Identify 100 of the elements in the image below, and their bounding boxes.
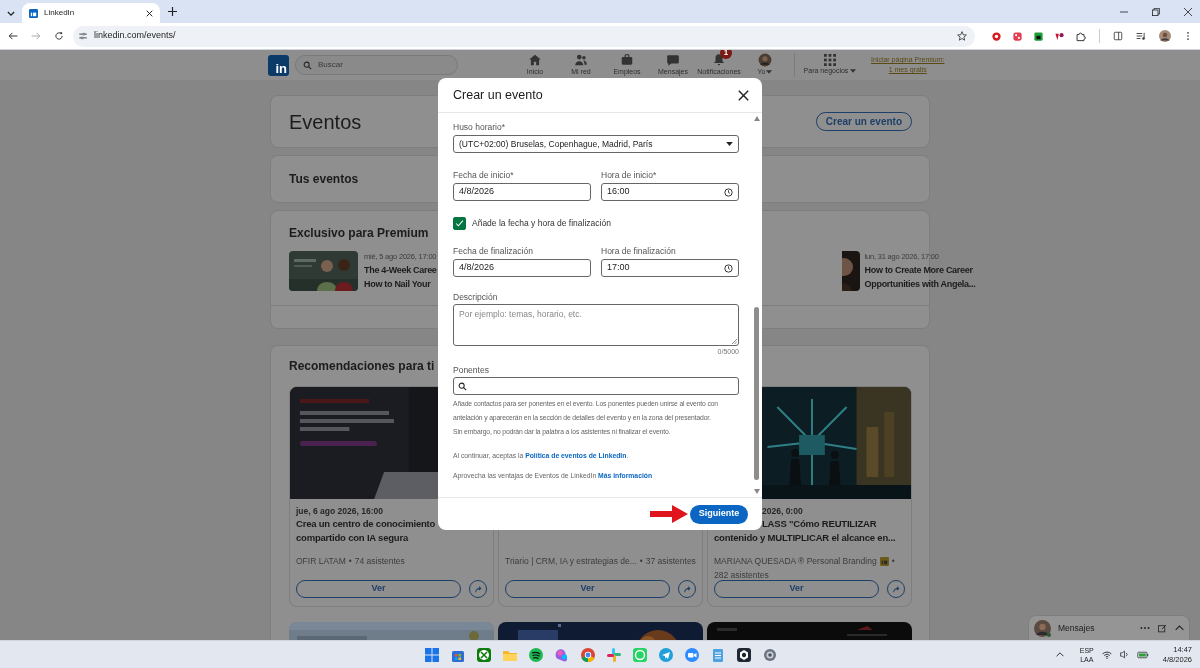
- next-button[interactable]: Siguiente: [690, 504, 748, 524]
- more-dots-icon[interactable]: [1140, 626, 1150, 630]
- checkbox-label: Añade la fecha y hora de finalización: [472, 217, 611, 230]
- separator-dot: •: [639, 555, 643, 568]
- logo[interactable]: in: [268, 54, 289, 76]
- sound-wave-icon[interactable]: [528, 646, 544, 663]
- dropdown-caret-icon: [726, 142, 733, 146]
- field-label: Huso horario*: [453, 122, 506, 132]
- attendee-count: 74 asistentes: [354, 555, 405, 568]
- url-text: linkedin.com/events/: [94, 29, 176, 43]
- clock-icon: [724, 263, 733, 273]
- check-icon: [455, 219, 464, 228]
- lock-icon[interactable]: [1033, 30, 1044, 42]
- hash-icon[interactable]: [606, 646, 622, 663]
- search-icon: [458, 381, 467, 391]
- caret-icon: [766, 70, 773, 74]
- event-date: jue, 6 ago 2026, 16:00: [296, 505, 383, 517]
- video-camera-icon[interactable]: [684, 646, 700, 663]
- chevron-up-icon[interactable]: [1055, 652, 1064, 657]
- bell-icon: [712, 53, 726, 67]
- notification-badge: 1: [720, 50, 732, 59]
- compose-icon[interactable]: [1158, 623, 1167, 633]
- search-field[interactable]: Buscar: [295, 55, 458, 75]
- reload-icon[interactable]: [54, 31, 64, 41]
- plus-icon[interactable]: [168, 7, 177, 16]
- browser-icon[interactable]: [580, 646, 596, 663]
- resize-grip-icon: [732, 339, 737, 344]
- tune-icon[interactable]: [78, 31, 88, 41]
- event-title[interactable]: How to Create More Career Opportunities with Angela...: [864, 263, 976, 291]
- close-icon[interactable]: [1184, 7, 1192, 16]
- date-field[interactable]: 4/8/2026: [453, 183, 591, 201]
- restore-icon[interactable]: [1152, 7, 1160, 16]
- dialog-title: Crear un evento: [453, 86, 543, 104]
- timezone-select[interactable]: (UTC+02:00) Bruselas, Copenhague, Madrid, París: [453, 135, 739, 153]
- description-field[interactable]: Por ejemplo: temas, horario, etc.: [453, 304, 739, 346]
- notepad-icon[interactable]: [710, 646, 726, 663]
- organizer: Triario | CRM, IA y estrategias de...: [505, 555, 637, 568]
- wifi-icon[interactable]: [1101, 650, 1112, 659]
- organizer: OFIR LATAM: [296, 555, 346, 568]
- attendee-count: 37 asistentes: [645, 555, 696, 568]
- x-circle-icon[interactable]: [476, 646, 492, 663]
- sidebar-icon[interactable]: [1113, 31, 1123, 41]
- briefcase-icon: [620, 53, 634, 67]
- apps-grid-icon: [824, 54, 836, 66]
- menu-icon[interactable]: [1184, 31, 1192, 41]
- field-label: Fecha de finalización: [453, 246, 534, 256]
- ring-icon[interactable]: [991, 30, 1002, 42]
- search-icon: [303, 60, 312, 70]
- caret-icon: [850, 69, 857, 73]
- avatar-icon[interactable]: [1159, 30, 1171, 42]
- settings-icon[interactable]: [762, 646, 778, 663]
- home-icon: [528, 53, 542, 67]
- messaging-label: Mensajes: [1058, 621, 1095, 635]
- page-title: Eventos: [289, 109, 362, 135]
- shapes-icon[interactable]: [1054, 30, 1065, 42]
- address-bar[interactable]: linkedin.com/events/: [73, 25, 975, 47]
- star-icon[interactable]: [957, 31, 967, 41]
- close-icon[interactable]: [738, 89, 749, 101]
- close-icon[interactable]: [146, 9, 153, 17]
- scrollbar-thumb[interactable]: [754, 307, 759, 480]
- field-label: Descripción: [453, 292, 499, 302]
- scroll-up-icon[interactable]: [753, 116, 760, 121]
- avatar-icon: [758, 53, 772, 67]
- separator-dot: •: [891, 555, 895, 568]
- battery-icon[interactable]: [1136, 650, 1149, 659]
- section-title: Tus eventos: [289, 171, 359, 188]
- field-label: Ponentes: [453, 365, 490, 375]
- organizer: MARIANA QUESADA ® Personal Branding: [714, 555, 877, 568]
- attendee-count: 282 asistentes: [714, 569, 769, 582]
- section-title: Recomendaciones para ti: [289, 359, 435, 373]
- clock-icon: [724, 187, 733, 197]
- tab-title: LinkedIn: [44, 7, 75, 19]
- share-arrow-icon: [891, 584, 901, 594]
- messaging-bar[interactable]: Mensajes: [1028, 615, 1190, 640]
- speaker-search-field[interactable]: [453, 377, 739, 395]
- speaker-icon[interactable]: [1119, 650, 1129, 659]
- event-title[interactable]: The 4-Week Caree How to Nail Your: [364, 263, 437, 291]
- field-label: Hora de inicio*: [601, 170, 658, 180]
- pointer-arrow: [650, 505, 688, 523]
- field-label: Fecha de inicio*: [453, 170, 515, 180]
- time-field[interactable]: 17:00: [601, 259, 739, 277]
- event-date: 2026, 0:00: [762, 505, 803, 517]
- back-icon[interactable]: [8, 31, 18, 41]
- avatar-icon: [1034, 619, 1051, 637]
- field-label: Hora de finalización: [601, 246, 677, 256]
- time-field[interactable]: 16:00: [601, 183, 739, 201]
- date-field[interactable]: 4/8/2026: [453, 259, 591, 277]
- share-arrow-icon: [682, 584, 692, 594]
- swirl-icon[interactable]: [554, 646, 570, 663]
- scroll-down-icon[interactable]: [753, 489, 760, 494]
- paper-plane-icon[interactable]: [658, 646, 674, 663]
- share-arrow-icon: [473, 584, 483, 594]
- square-logo-icon: [29, 8, 38, 18]
- chevron-up-icon[interactable]: [1175, 625, 1184, 631]
- grid-square-icon[interactable]: [1012, 30, 1023, 42]
- checkbox[interactable]: [453, 217, 466, 230]
- media-queue-icon[interactable]: [1136, 31, 1146, 41]
- windows-logo-icon[interactable]: [424, 646, 440, 663]
- browser-tab[interactable]: LinkedIn: [22, 3, 160, 23]
- section-title: Exclusivo para Premium: [289, 226, 429, 240]
